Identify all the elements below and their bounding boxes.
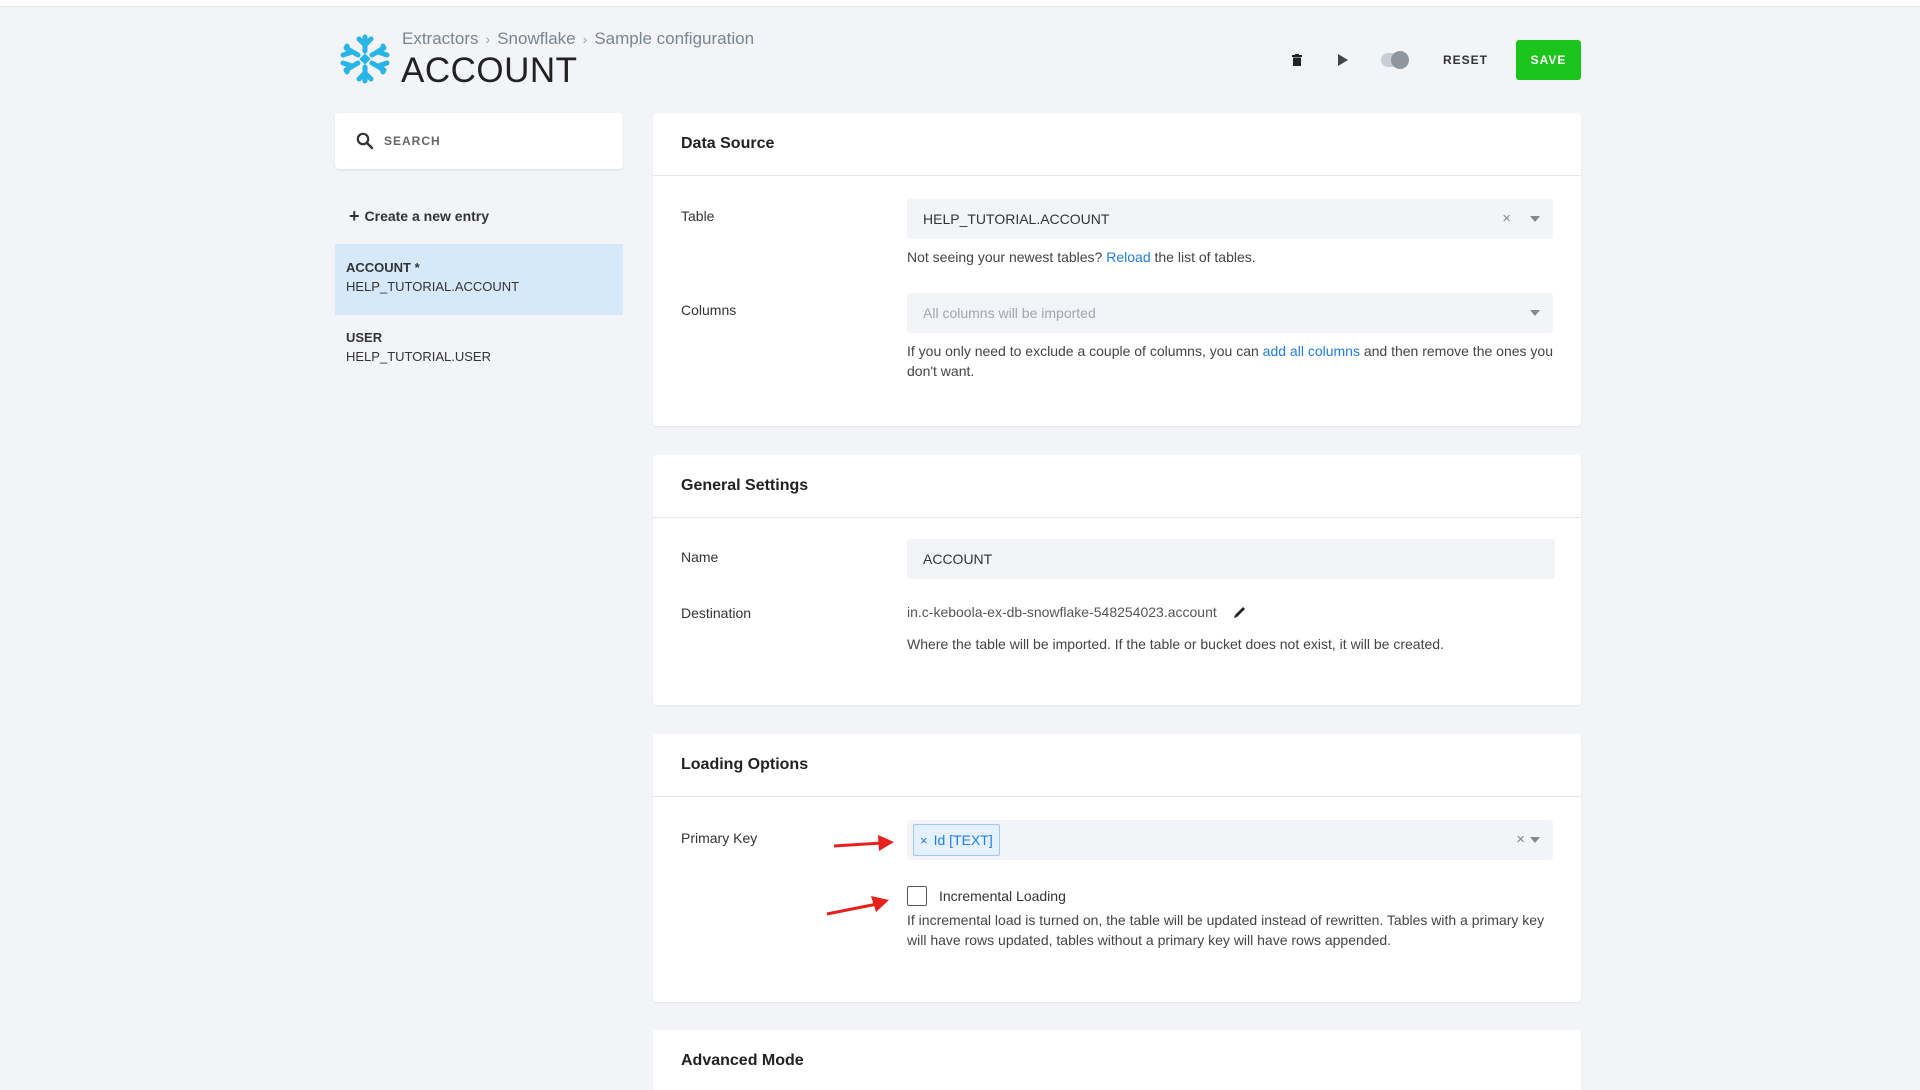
incremental-label: Incremental Loading: [939, 888, 1066, 904]
breadcrumb: Extractors › Snowflake › Sample configur…: [402, 29, 754, 49]
primary-key-tag: × Id [TEXT]: [913, 824, 1000, 856]
destination-field: in.c-keboola-ex-db-snowflake-548254023.a…: [907, 604, 1553, 654]
top-strip: [0, 0, 1920, 7]
advanced-mode-card: Advanced Mode: [653, 1030, 1581, 1090]
primary-key-field: × Id [TEXT] ×: [907, 820, 1553, 860]
columns-placeholder: All columns will be imported: [923, 305, 1096, 321]
general-settings-title: General Settings: [653, 455, 1581, 518]
clear-icon[interactable]: ×: [1502, 210, 1511, 227]
destination-row: in.c-keboola-ex-db-snowflake-548254023.a…: [907, 604, 1553, 620]
table-label: Table: [681, 208, 715, 224]
enable-toggle[interactable]: [1380, 51, 1409, 69]
destination-value: in.c-keboola-ex-db-snowflake-548254023.a…: [907, 604, 1217, 620]
destination-label: Destination: [681, 605, 752, 621]
pencil-icon[interactable]: [1233, 605, 1247, 619]
loading-options-title: Loading Options: [653, 734, 1581, 797]
breadcrumb-sample-configuration[interactable]: Sample configuration: [594, 29, 754, 49]
name-field: [907, 539, 1555, 579]
page-header: Extractors › Snowflake › Sample configur…: [336, 24, 1581, 94]
search-input[interactable]: [384, 134, 604, 148]
save-button[interactable]: SAVE: [1516, 40, 1581, 80]
destination-help: Where the table will be imported. If the…: [907, 636, 1444, 652]
trash-icon: [1291, 54, 1302, 66]
sidebar-entry-user[interactable]: USER HELP_TUTORIAL.USER: [335, 314, 623, 385]
page-title: ACCOUNT: [401, 51, 578, 90]
annotation-arrow-icon: [833, 835, 894, 851]
name-label: Name: [681, 549, 719, 565]
search-box: [335, 113, 623, 169]
breadcrumb-separator: ›: [582, 31, 588, 47]
table-field: HELP_TUTORIAL.ACCOUNT × Not seeing your …: [907, 199, 1553, 267]
clear-icon[interactable]: ×: [1516, 831, 1525, 848]
table-select-value: HELP_TUTORIAL.ACCOUNT: [923, 211, 1110, 227]
reset-button[interactable]: RESET: [1443, 53, 1488, 67]
add-all-columns-link[interactable]: add all columns: [1263, 343, 1360, 359]
primary-key-label: Primary Key: [681, 830, 758, 846]
entry-subtitle: HELP_TUTORIAL.USER: [346, 349, 491, 364]
incremental-field: Incremental Loading If incremental load …: [907, 886, 1553, 950]
primary-key-tag-label: Id [TEXT]: [933, 832, 993, 848]
create-entry-button[interactable]: + Create a new entry: [349, 207, 489, 225]
chevron-down-icon[interactable]: [1530, 837, 1540, 843]
reload-link[interactable]: Reload: [1106, 249, 1150, 265]
incremental-help: If incremental load is turned on, the ta…: [907, 912, 1545, 948]
advanced-mode-title: Advanced Mode: [653, 1030, 1581, 1090]
delete-button[interactable]: [1285, 48, 1309, 72]
breadcrumb-separator: ›: [485, 31, 491, 47]
table-help: Not seeing your newest tables? Reload th…: [907, 247, 1553, 267]
general-settings-card: General Settings Name Destination in.c-k…: [653, 455, 1581, 705]
incremental-checkbox-row: Incremental Loading: [907, 886, 1553, 906]
entry-title: USER: [346, 330, 383, 345]
data-source-card: Data Source Table HELP_TUTORIAL.ACCOUNT …: [653, 113, 1581, 426]
sidebar-entry-account[interactable]: ACCOUNT * HELP_TUTORIAL.ACCOUNT: [335, 244, 623, 315]
play-icon: [1337, 54, 1348, 66]
name-input[interactable]: [907, 539, 1555, 579]
run-button[interactable]: [1331, 48, 1355, 72]
tag-remove-icon[interactable]: ×: [920, 833, 928, 848]
loading-options-card: Loading Options Primary Key × Id [TEXT] …: [653, 734, 1581, 1002]
create-entry-label: Create a new entry: [364, 208, 490, 224]
table-select[interactable]: HELP_TUTORIAL.ACCOUNT ×: [907, 199, 1553, 239]
header-actions: RESET SAVE: [1285, 40, 1581, 80]
chevron-down-icon[interactable]: [1530, 216, 1540, 222]
columns-select[interactable]: All columns will be imported: [907, 293, 1553, 333]
chevron-down-icon[interactable]: [1530, 310, 1540, 316]
table-help-prefix: Not seeing your newest tables?: [907, 249, 1103, 265]
columns-label: Columns: [681, 302, 737, 318]
data-source-title: Data Source: [653, 113, 1581, 176]
columns-help-prefix: If you only need to exclude a couple of …: [907, 343, 1259, 359]
incremental-checkbox[interactable]: [907, 886, 927, 906]
snowflake-logo-icon: [340, 34, 390, 84]
plus-icon: +: [349, 206, 360, 226]
search-icon: [356, 132, 374, 150]
annotation-arrow-icon: [826, 896, 889, 916]
table-help-suffix: the list of tables.: [1154, 249, 1256, 265]
columns-field: All columns will be imported If you only…: [907, 293, 1553, 381]
toggle-knob: [1390, 51, 1409, 69]
breadcrumb-snowflake[interactable]: Snowflake: [497, 29, 575, 49]
primary-key-select[interactable]: × Id [TEXT] ×: [907, 820, 1553, 860]
breadcrumb-extractors[interactable]: Extractors: [402, 29, 479, 49]
columns-help: If you only need to exclude a couple of …: [907, 341, 1553, 381]
entry-title: ACCOUNT *: [346, 260, 420, 275]
entry-subtitle: HELP_TUTORIAL.ACCOUNT: [346, 279, 520, 294]
